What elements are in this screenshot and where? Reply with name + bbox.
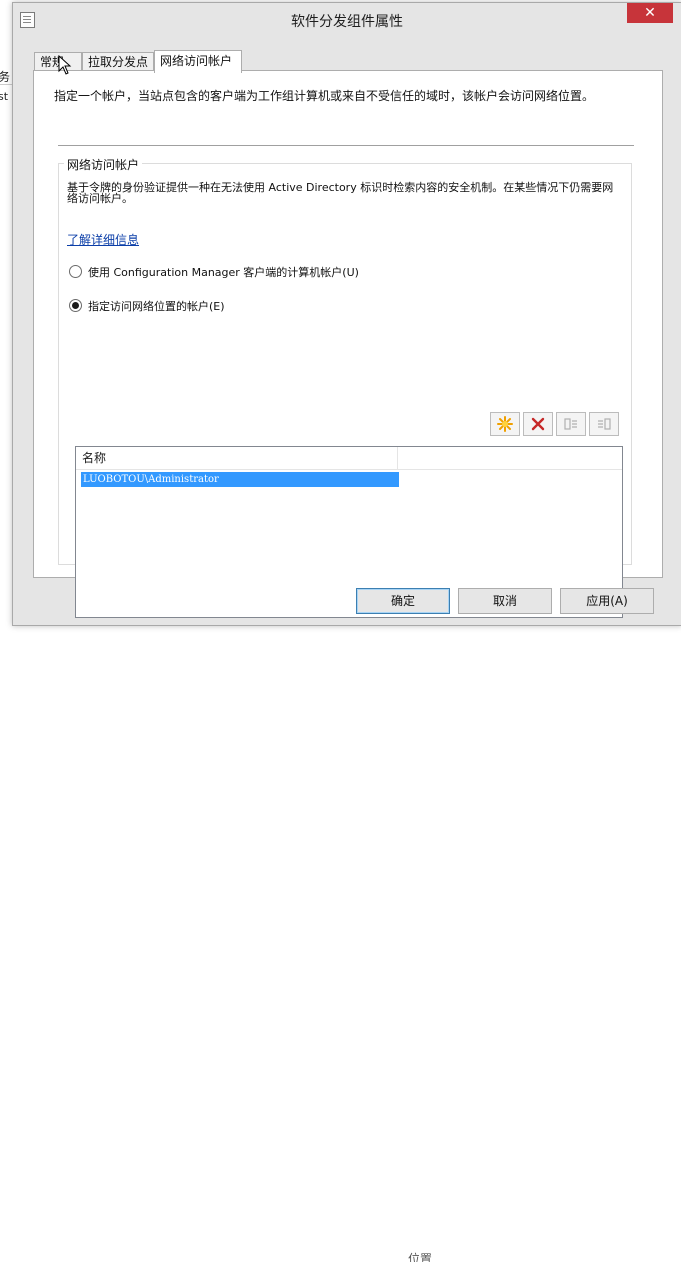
- radio-button-unchecked[interactable]: [69, 265, 82, 278]
- background-text: st: [0, 90, 9, 103]
- group-title: 网络访问帐户: [64, 156, 143, 173]
- mouse-cursor-icon: [58, 55, 72, 75]
- background-text: 务: [0, 70, 11, 84]
- radio-button-checked[interactable]: [69, 299, 82, 312]
- network-access-account-group: 网络访问帐户 基于令牌的身份验证提供一种在无法使用 Active Directo…: [58, 156, 632, 618]
- properties-dialog: 软件分发组件属性 ✕ 常规 拉取分发点 网络访问帐户 指定一个帐户，当站点包含的…: [12, 2, 681, 626]
- group-description: 基于令牌的身份验证提供一种在无法使用 Active Directory 标识时检…: [67, 181, 614, 205]
- set-icon: [598, 418, 611, 430]
- learn-more-link[interactable]: 了解详细信息: [67, 231, 139, 248]
- tab-label: 网络访问帐户: [160, 54, 233, 68]
- cancel-button[interactable]: 取消: [458, 588, 552, 614]
- divider-highlight: [58, 146, 634, 147]
- background-text: 位置: [408, 1252, 433, 1262]
- radio-label: 指定访问网络位置的帐户(E): [88, 300, 225, 313]
- list-header: 名称: [76, 447, 622, 470]
- new-account-button[interactable]: [490, 412, 520, 436]
- tab-pull-distribution-point[interactable]: 拉取分发点: [82, 52, 154, 72]
- ok-button[interactable]: 确定: [356, 588, 450, 614]
- delete-account-button[interactable]: [523, 412, 553, 436]
- background-divider: [0, 84, 12, 85]
- tab-label: 拉取分发点: [88, 55, 149, 69]
- close-button[interactable]: ✕: [627, 3, 673, 23]
- tab-network-access-account[interactable]: 网络访问帐户: [154, 50, 242, 73]
- tab-page: 指定一个帐户，当站点包含的客户端为工作组计算机或来自不受信任的域时，该帐户会访问…: [33, 70, 663, 618]
- delete-x-icon: [531, 417, 545, 431]
- page-description: 指定一个帐户，当站点包含的客户端为工作组计算机或来自不受信任的域时，该帐户会访问…: [54, 89, 595, 103]
- radio-label: 使用 Configuration Manager 客户端的计算机帐户(U): [88, 266, 359, 279]
- set-account-button[interactable]: [589, 412, 619, 436]
- column-header-name[interactable]: 名称: [76, 447, 398, 469]
- edit-account-button[interactable]: [556, 412, 586, 436]
- edit-icon: [564, 418, 577, 430]
- new-star-icon: [497, 416, 513, 432]
- close-icon: ✕: [644, 5, 656, 21]
- window-title: 软件分发组件属性: [291, 14, 403, 30]
- apply-button[interactable]: 应用(A): [560, 588, 654, 614]
- list-item[interactable]: LUOBOTOU\Administrator: [81, 472, 399, 487]
- title-bar[interactable]: 软件分发组件属性 ✕: [13, 3, 681, 33]
